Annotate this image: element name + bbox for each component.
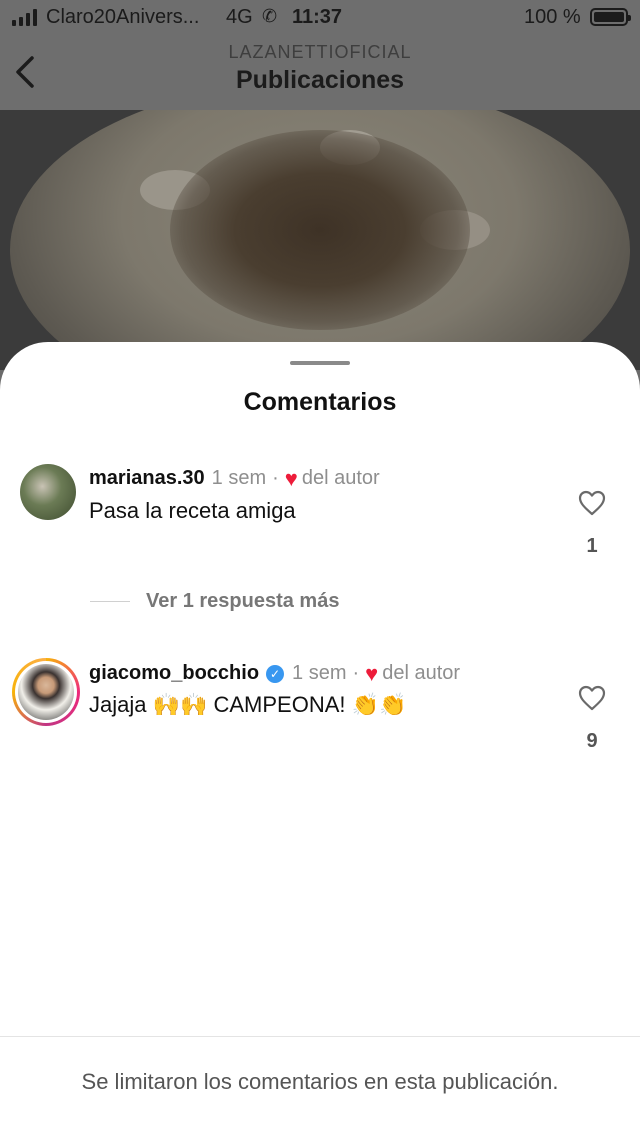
- avatar: [18, 664, 74, 720]
- like-count: 9: [586, 730, 598, 752]
- divider: [90, 601, 130, 602]
- comments-sheet: Comentarios marianas.30 1 sem · ♥ del au…: [0, 342, 640, 1138]
- comment-text: Pasa la receta amiga: [89, 498, 296, 523]
- sheet-title: Comentarios: [243, 388, 397, 416]
- post-image: [0, 110, 640, 370]
- clock: 11:37: [292, 6, 343, 28]
- heart-outline-icon[interactable]: [578, 685, 606, 711]
- navigation-bar: Claro20Anivers... 4G ✆ 11:37 100 % LAZAN…: [0, 0, 640, 110]
- page-title: Publicaciones: [235, 66, 405, 94]
- heart-outline-icon[interactable]: [578, 490, 606, 516]
- network-type: 4G: [226, 6, 253, 28]
- comment-username[interactable]: marianas.30: [89, 467, 205, 490]
- meta-separator: ·: [352, 662, 360, 684]
- comment-text: Jajaja 🙌🙌 CAMPEONA! 👏👏: [89, 692, 407, 717]
- sheet-grabber[interactable]: [290, 361, 350, 365]
- comment-meta: marianas.30 1 sem · ♥ del autor: [89, 467, 380, 490]
- meta-separator: ·: [272, 467, 279, 489]
- battery-percent: 100 %: [524, 6, 581, 28]
- comment-time: 1 sem: [292, 662, 347, 684]
- signal-icon: [12, 8, 37, 26]
- battery-icon: [590, 8, 631, 26]
- comment-meta: giacomo_bocchio ✓ 1 sem · ♥ del autor: [89, 662, 460, 685]
- heart-icon: ♥: [365, 660, 379, 686]
- author-like-label: del autor: [301, 467, 380, 489]
- like-count: 1: [586, 535, 598, 557]
- comments-limited-notice: Se limitaron los comentarios en esta pub…: [0, 1036, 640, 1138]
- status-bar: Claro20Anivers... 4G ✆ 11:37 100 %: [0, 0, 640, 36]
- view-replies-button[interactable]: Ver 1 respuesta más: [90, 590, 339, 613]
- heart-icon: ♥: [284, 465, 298, 491]
- verified-badge-icon: ✓: [266, 664, 285, 683]
- footer-notice-text: Se limitaron los comentarios en esta pub…: [81, 1069, 559, 1094]
- comment-username[interactable]: giacomo_bocchio: [89, 662, 259, 685]
- view-replies-label: Ver 1 respuesta más: [146, 590, 340, 612]
- call-forward-icon: ✆: [262, 6, 278, 26]
- carrier-name: Claro20Anivers...: [46, 6, 200, 28]
- story-ring[interactable]: [12, 658, 80, 726]
- avatar[interactable]: [20, 464, 76, 520]
- comment-time: 1 sem: [211, 467, 267, 489]
- account-name: LAZANETTIOFICIAL: [228, 42, 412, 62]
- author-like-label: del autor: [382, 662, 461, 684]
